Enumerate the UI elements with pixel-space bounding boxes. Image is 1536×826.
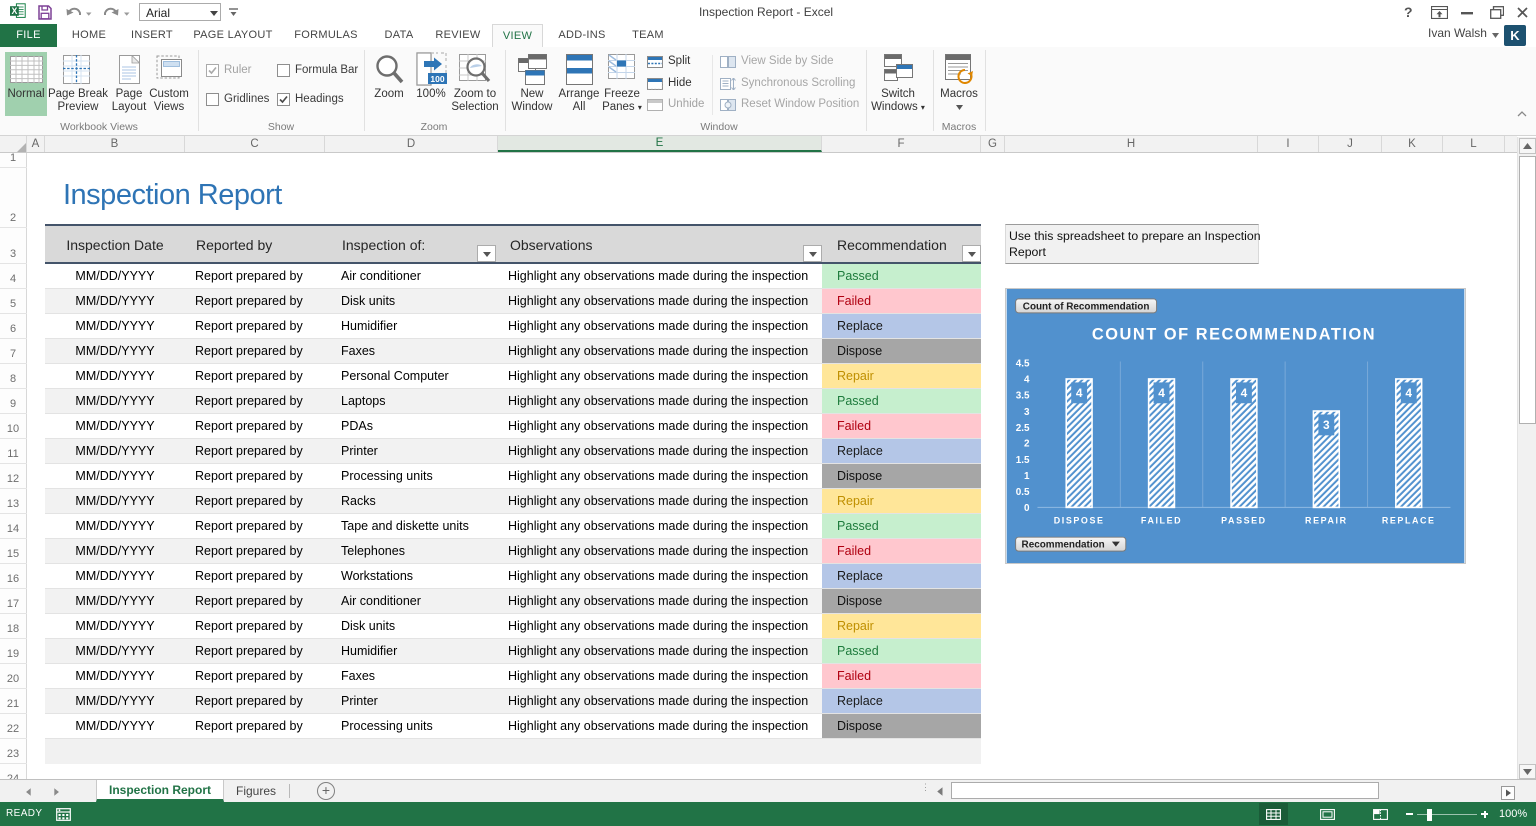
- svg-text:4: 4: [1405, 386, 1412, 400]
- svg-text:X: X: [11, 6, 17, 16]
- svg-text:COUNT OF RECOMMENDATION: COUNT OF RECOMMENDATION: [1092, 326, 1376, 344]
- svg-text:DISPOSE: DISPOSE: [1054, 515, 1105, 525]
- svg-text:1.5: 1.5: [1016, 455, 1030, 466]
- svg-text:4: 4: [1076, 386, 1083, 400]
- svg-text:Count of Recommendation: Count of Recommendation: [1023, 301, 1150, 312]
- svg-text:4: 4: [1024, 375, 1030, 386]
- svg-text:REPAIR: REPAIR: [1305, 515, 1348, 525]
- svg-text:4: 4: [1158, 386, 1165, 400]
- svg-text:4: 4: [1241, 386, 1248, 400]
- svg-text:REPLACE: REPLACE: [1382, 515, 1436, 525]
- svg-text:100: 100: [430, 74, 444, 84]
- svg-text:0.5: 0.5: [1016, 487, 1030, 498]
- svg-text:3: 3: [1024, 407, 1030, 418]
- svg-text:Recommendation: Recommendation: [1022, 540, 1105, 551]
- svg-text:PASSED: PASSED: [1221, 515, 1267, 525]
- svg-text:4.5: 4.5: [1016, 359, 1030, 370]
- svg-text:1: 1: [1024, 471, 1030, 482]
- svg-text:2: 2: [1024, 439, 1030, 450]
- svg-text:3: 3: [1323, 418, 1330, 432]
- svg-text:FAILED: FAILED: [1141, 515, 1182, 525]
- svg-text:3.5: 3.5: [1016, 391, 1030, 402]
- svg-text:0: 0: [1024, 503, 1030, 514]
- svg-text:2.5: 2.5: [1016, 423, 1030, 434]
